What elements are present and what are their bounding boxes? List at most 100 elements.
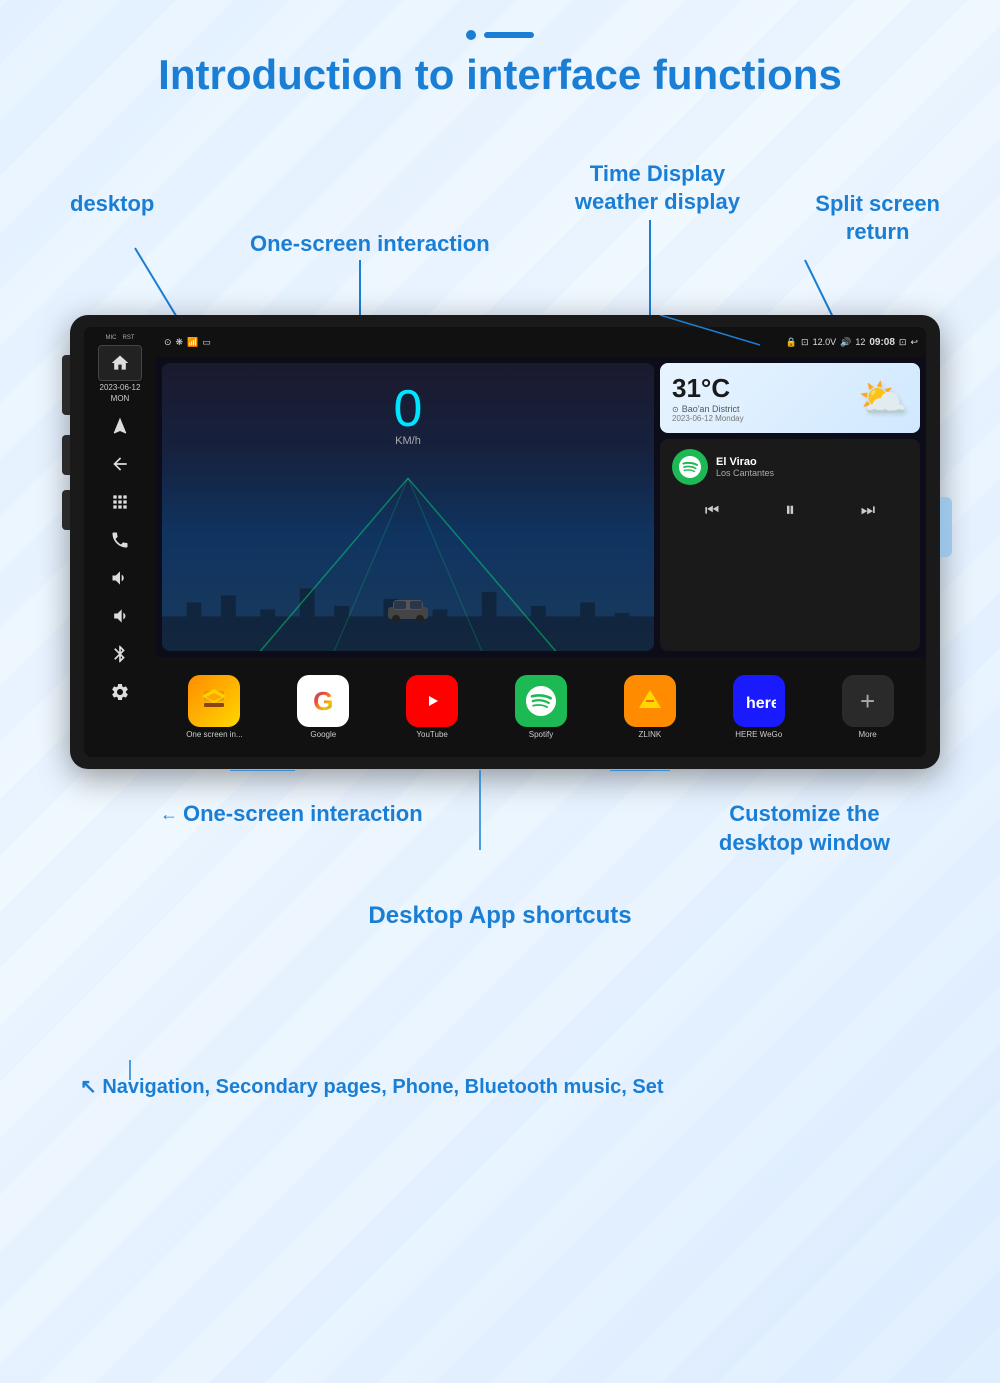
app-more-icon[interactable]: + [842,675,894,727]
svg-text:here: here [746,695,776,712]
app-bar: One screen in... G Google [156,657,926,757]
weather-widget: 31°C ⊙ Bao'an District 2023-06-12 Monday [660,363,920,433]
sidebar-phone[interactable] [98,522,142,558]
youtube-play-icon [417,690,447,712]
prev-track-button[interactable]: ⏮ [705,502,719,520]
weather-date: 2023-06-12 Monday [672,414,744,423]
mic-label: MIC [106,335,117,341]
side-button-left[interactable] [62,355,70,415]
back-icon [110,454,130,474]
car-unit: MIC RST [70,315,940,769]
sidebar-apps[interactable] [98,484,142,520]
music-track-info: El Virao Los Cantantes [672,449,908,485]
sidebar-home-button[interactable] [98,345,142,381]
phone-icon [110,530,130,550]
indicator-dash [484,32,534,38]
app-spotify-wrapper: Spotify [489,675,594,739]
volume-up-icon [110,568,130,588]
next-track-button[interactable]: ⏭ [861,502,875,520]
volume-down-icon [110,606,130,626]
sidebar-volume-down[interactable] [98,598,142,634]
status-right-info: 🔒 ⊡ 12.0V 🔊 12 09:08 ⊡ ↩ [786,337,918,348]
side-button-left-2[interactable] [62,435,70,475]
app-here-label: HERE WeGo [735,730,782,739]
mic-rst-labels: MIC RST [106,335,135,341]
spotify-app-icon [526,686,556,716]
annotation-customize-desktop: Customize the desktop window [719,800,890,857]
status-icon-wifi: 📶 [187,337,198,348]
layers-icon [200,687,228,715]
play-pause-button[interactable]: ⏸ [785,499,795,522]
screen-content: MIC RST [84,327,926,757]
screen-bezel: MIC RST [84,327,926,757]
indicator-dot [466,30,476,40]
sidebar-settings[interactable] [98,674,142,710]
car-silhouette [383,593,433,626]
side-button-right[interactable] [940,497,952,557]
app-youtube-label: YouTube [416,730,447,739]
apps-icon [110,492,130,512]
zlink-icon [635,686,665,716]
status-volume-icon: 🔊 [840,337,851,348]
main-screen-area: ⊙ ❋ 📶 ▭ 🔒 ⊡ 12.0V 🔊 [156,327,926,757]
weather-temp: 31°C [672,373,744,404]
speed-unit: KM/h [394,435,423,447]
status-signal: 12 [855,337,865,347]
annotation-one-screen-top: One-screen interaction [250,230,490,258]
status-voltage: 12.0V [813,337,837,347]
music-widget: El Virao Los Cantantes ⏮ ⏸ ⏭ [660,439,920,651]
annotation-navigation: ↖ Navigation, Secondary pages, Phone, Bl… [80,1074,664,1100]
navigation-icon [110,416,130,436]
spotify-icon [679,456,701,478]
content-area: 0 KM/h [156,357,926,657]
sidebar-bluetooth[interactable] [98,636,142,672]
sidebar: MIC RST [84,327,156,757]
status-back-icon[interactable]: ↩ [910,337,918,348]
sidebar-volume-up[interactable] [98,560,142,596]
status-icon-1: ⊙ [164,337,172,348]
annotation-time-display: Time Display weather display [575,160,740,215]
speedometer-panel: 0 KM/h [162,363,654,651]
app-spotify-label: Spotify [529,730,553,739]
app-onescreen-label: One screen in... [186,730,242,739]
annotation-desktop: desktop [70,190,154,218]
app-here-icon[interactable]: here [733,675,785,727]
status-lock: 🔒 [786,337,797,348]
app-onescreen-icon[interactable] [188,675,240,727]
status-icon-battery: ▭ [202,337,211,348]
app-google-wrapper: G Google [271,675,376,739]
rst-label: RST [123,335,135,341]
page-wrapper: Introduction to interface functions desk… [0,0,1000,1383]
sidebar-navigation[interactable] [98,408,142,444]
status-icon-bluetooth: ❋ [176,337,184,348]
speed-value: 0 [394,383,423,435]
side-button-left-3[interactable] [62,490,70,530]
track-details: El Virao Los Cantantes [716,456,774,478]
app-onescreen-wrapper: One screen in... [162,675,267,739]
app-more-label: More [858,730,876,739]
weather-icon: ⛅ [858,375,908,422]
bottom-annotations-area: ← One-screen interaction Customize the d… [30,770,970,1130]
app-zlink-wrapper: ZLINK [597,675,702,739]
music-controls: ⏮ ⏸ ⏭ [672,495,908,526]
app-zlink-label: ZLINK [639,730,662,739]
home-icon [110,353,130,373]
sidebar-back[interactable] [98,446,142,482]
date-display: 2023-06-12 MON [100,383,141,404]
page-container: Introduction to interface functions desk… [0,0,1000,1383]
page-title: Introduction to interface functions [30,50,970,100]
app-youtube-icon[interactable] [406,675,458,727]
app-youtube-wrapper: YouTube [380,675,485,739]
annotation-split-screen: Split screenreturn [815,190,940,245]
track-name: El Virao [716,456,774,468]
status-split-icon[interactable]: ⊡ [899,337,907,348]
app-spotify-icon[interactable] [515,675,567,727]
more-plus-sign: + [860,686,875,717]
car-unit-container: MIC RST [70,315,940,769]
app-google-icon[interactable]: G [297,675,349,727]
app-zlink-icon[interactable] [624,675,676,727]
status-left-icons: ⊙ ❋ 📶 ▭ [164,337,211,348]
weather-info: 31°C ⊙ Bao'an District 2023-06-12 Monday [672,373,744,423]
app-google-label: Google [310,730,336,739]
track-artist: Los Cantantes [716,468,774,478]
